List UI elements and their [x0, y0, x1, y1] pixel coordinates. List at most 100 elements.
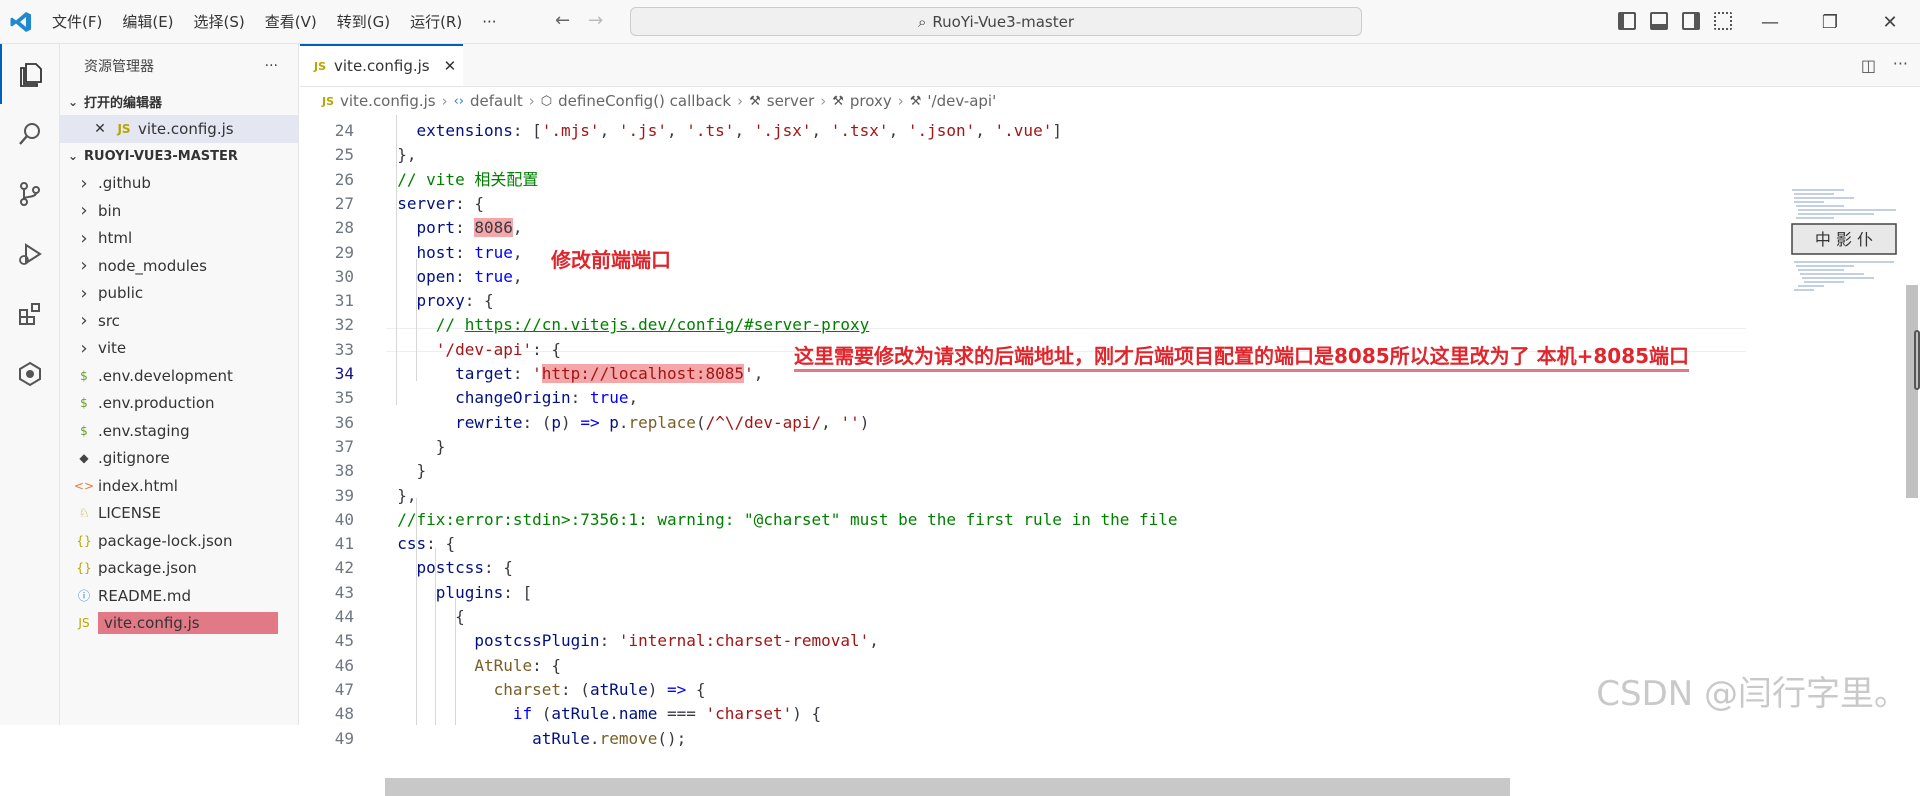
breadcrumb-item[interactable]: vite.config.js	[340, 92, 436, 110]
remote-explorer-icon[interactable]	[0, 344, 60, 404]
file-tree-item[interactable]: ›node_modules	[60, 252, 298, 280]
vertical-scrollbar[interactable]	[1906, 285, 1918, 498]
code-line[interactable]: {	[378, 605, 465, 629]
explorer-icon[interactable]	[0, 44, 60, 104]
code-line[interactable]: postcssPlugin: 'internal:charset-removal…	[378, 629, 879, 653]
toggle-panel-icon[interactable]	[1650, 12, 1668, 30]
horizontal-scrollbar[interactable]	[385, 778, 1510, 796]
code-line[interactable]: open: true,	[378, 265, 523, 289]
code-line[interactable]: plugins: [	[378, 581, 532, 605]
file-tree-item[interactable]: ◆.gitignore	[60, 445, 298, 473]
code-line[interactable]: },	[378, 484, 417, 508]
code-line[interactable]: // https://cn.vitejs.dev/config/#server-…	[378, 313, 869, 337]
line-number: 33	[300, 338, 354, 362]
close-icon[interactable]: ✕	[1860, 0, 1920, 44]
menu-item[interactable]: 编辑(E)	[112, 0, 183, 44]
line-number: 41	[300, 532, 354, 556]
code-line[interactable]: if (atRule.name === 'charset') {	[378, 702, 821, 726]
split-editor-icon[interactable]: ◫	[1861, 56, 1876, 75]
file-tree-item[interactable]: {}package-lock.json	[60, 527, 298, 555]
line-number: 25	[300, 143, 354, 167]
file-tree-label: node_modules	[98, 257, 207, 275]
code-line[interactable]: rewrite: (p) => p.replace(/^\/dev-api/, …	[378, 411, 869, 435]
info-icon: ⓘ	[74, 587, 94, 604]
minimize-icon[interactable]: —	[1740, 0, 1800, 44]
breadcrumb-item[interactable]: proxy	[850, 92, 892, 110]
close-tab-icon[interactable]: ✕	[444, 57, 457, 75]
menu-item[interactable]: 查看(V)	[255, 0, 327, 44]
file-tree-item[interactable]: ›vite	[60, 335, 298, 363]
js-icon: JS	[114, 122, 134, 136]
file-tree-item[interactable]: ›.github	[60, 170, 298, 198]
restore-icon[interactable]: ❐	[1800, 0, 1860, 44]
file-tree-item[interactable]: ⓘREADME.md	[60, 582, 298, 610]
file-tree-item[interactable]: ›bin	[60, 197, 298, 225]
target-annotation: 这里需要修改为请求的后端地址，刚才后端项目配置的端口是8085所以这里改为了 本…	[794, 340, 1689, 372]
code-line[interactable]: AtRule: {	[378, 654, 561, 678]
code-line[interactable]: postcss: {	[378, 556, 513, 580]
command-center-search[interactable]: ⌕ RuoYi-Vue3-master	[630, 7, 1362, 36]
file-tree-item[interactable]: ›public	[60, 280, 298, 308]
js-icon: JS	[74, 616, 94, 630]
breadcrumb-item[interactable]: defineConfig() callback	[558, 92, 731, 110]
file-tree-item[interactable]: ›src	[60, 307, 298, 335]
file-tree-item[interactable]: $.env.staging	[60, 417, 298, 445]
file-tree-item[interactable]: ♘LICENSE	[60, 500, 298, 528]
breadcrumb-item[interactable]: '/dev-api'	[927, 92, 996, 110]
explorer-title: 资源管理器	[84, 56, 154, 76]
source-control-icon[interactable]	[0, 164, 60, 224]
code-line[interactable]: charset: (atRule) => {	[378, 678, 706, 702]
code-line[interactable]: server: {	[378, 192, 484, 216]
code-line[interactable]: host: true,	[378, 241, 523, 265]
toggle-sidebar-icon[interactable]	[1618, 12, 1636, 30]
file-tree-item[interactable]: {}package.json	[60, 555, 298, 583]
scrollbar-thumb[interactable]	[1914, 330, 1920, 390]
file-tree-item[interactable]: JSvite.config.js	[60, 610, 298, 638]
code-line[interactable]: }	[378, 459, 426, 483]
code-line[interactable]: changeOrigin: true,	[378, 386, 638, 410]
close-icon[interactable]: ✕	[90, 121, 110, 137]
search-icon[interactable]	[0, 104, 60, 164]
code-line[interactable]: extensions: ['.mjs', '.js', '.ts', '.jsx…	[378, 119, 1062, 143]
menu-item[interactable]: 运行(R)	[400, 0, 472, 44]
code-line[interactable]: }	[378, 435, 445, 459]
line-number: 27	[300, 192, 354, 216]
customize-layout-icon[interactable]	[1714, 12, 1732, 30]
vscode-logo-icon[interactable]	[0, 0, 42, 44]
line-number: 30	[300, 265, 354, 289]
extensions-icon[interactable]	[0, 284, 60, 344]
code-line[interactable]: port: 8086,	[378, 216, 523, 240]
line-number: 37	[300, 435, 354, 459]
more-actions-icon[interactable]: ···	[265, 58, 278, 74]
menu-item[interactable]: ···	[472, 0, 506, 44]
code-area[interactable]: 24 extensions: ['.mjs', '.js', '.ts', '.…	[300, 115, 1920, 725]
tab-vite-config[interactable]: JS vite.config.js ✕	[300, 44, 463, 86]
code-line[interactable]: '/dev-api': {	[378, 338, 561, 362]
more-actions-icon[interactable]: ···	[1893, 54, 1908, 73]
breadcrumb-item[interactable]: default	[470, 92, 523, 110]
file-tree-item[interactable]: $.env.production	[60, 390, 298, 418]
file-tree-item[interactable]: <>index.html	[60, 472, 298, 500]
code-line[interactable]: css: {	[378, 532, 455, 556]
code-line[interactable]: target: 'http://localhost:8085',	[378, 362, 763, 386]
explorer-header: 资源管理器 ···	[60, 44, 298, 88]
menu-item[interactable]: 文件(F)	[42, 0, 112, 44]
file-tree-item[interactable]: $.env.development	[60, 362, 298, 390]
code-line[interactable]: //fix:error:stdin>:7356:1: warning: "@ch…	[378, 508, 1178, 532]
code-line[interactable]: // vite 相关配置	[378, 168, 538, 192]
breadcrumb-item[interactable]: server	[767, 92, 814, 110]
menu-item[interactable]: 选择(S)	[184, 0, 255, 44]
file-tree-item[interactable]: ›html	[60, 225, 298, 253]
forward-arrow-icon[interactable]: →	[588, 10, 603, 31]
run-debug-icon[interactable]	[0, 224, 60, 284]
open-editors-section[interactable]: ⌄ 打开的编辑器	[60, 88, 298, 115]
project-section[interactable]: ⌄ RUOYI-VUE3-MASTER	[60, 143, 298, 170]
code-line[interactable]: atRule.remove();	[378, 727, 686, 751]
menu-item[interactable]: 转到(G)	[327, 0, 400, 44]
code-line[interactable]: },	[378, 143, 417, 167]
minimap[interactable]: 中 影 仆	[1784, 186, 1902, 386]
code-line[interactable]: proxy: {	[378, 289, 494, 313]
open-editor-item[interactable]: ✕ JS vite.config.js	[60, 115, 298, 143]
toggle-secondary-sidebar-icon[interactable]	[1682, 12, 1700, 30]
back-arrow-icon[interactable]: ←	[555, 10, 570, 31]
